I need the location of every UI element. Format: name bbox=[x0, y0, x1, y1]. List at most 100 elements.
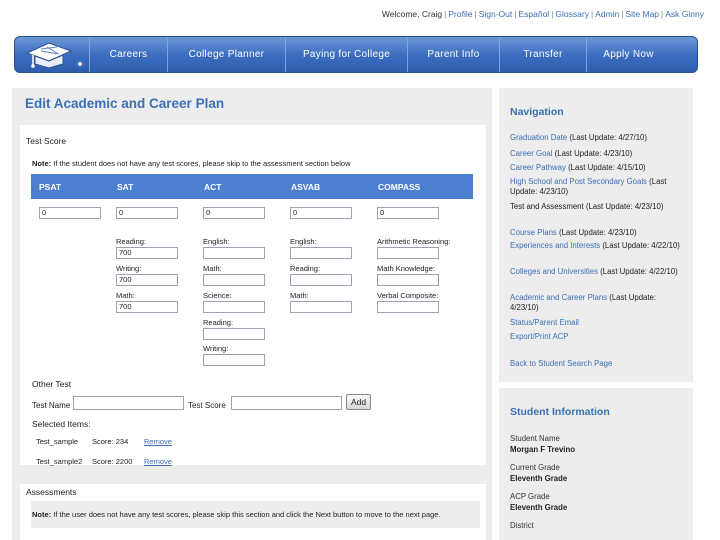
test-name-input[interactable] bbox=[73, 396, 184, 410]
nav-link-graduation-date[interactable]: Graduation Date (Last Update: 4/27/10) bbox=[510, 133, 685, 143]
nav-paying-for-college[interactable]: Paying for College bbox=[285, 37, 407, 72]
act-science-input[interactable] bbox=[203, 301, 265, 313]
nav-apply-now[interactable]: Apply Now bbox=[586, 37, 670, 72]
link-glossary[interactable]: Glossary bbox=[555, 9, 589, 19]
nav-link-label[interactable]: Export/Print ACP bbox=[510, 332, 569, 341]
student-name-label: Student Name bbox=[510, 434, 560, 443]
compass-math-knowledge-label: Math Knowledge: bbox=[377, 264, 435, 273]
act-input[interactable]: 0 bbox=[203, 207, 265, 219]
compass-input[interactable]: 0 bbox=[377, 207, 439, 219]
link-sign-out[interactable]: Sign-Out bbox=[479, 9, 513, 19]
student-name-value: Morgan F Trevino bbox=[510, 445, 575, 454]
nav-link-export[interactable]: Export/Print ACP bbox=[510, 332, 685, 342]
asvab-reading-input[interactable] bbox=[290, 274, 352, 286]
nav-link-meta: (Last Update: 4/23/10) bbox=[552, 149, 633, 158]
nav-link-career-goal[interactable]: Career Goal (Last Update: 4/23/10) bbox=[510, 149, 685, 159]
remove-link-2[interactable]: Remove bbox=[144, 457, 172, 466]
assessments-title: Assessments bbox=[26, 487, 77, 497]
back-link-label[interactable]: Back to Student Search Page bbox=[510, 359, 612, 368]
sat-reading-label: Reading: bbox=[116, 237, 147, 246]
navigation-panel: Navigation Graduation Date (Last Update:… bbox=[499, 88, 693, 382]
nav-link-experiences[interactable]: Experiences and Interests (Last Update: … bbox=[510, 241, 685, 251]
test-score-label: Test Score bbox=[188, 401, 226, 410]
nav-link-label[interactable]: Career Pathway bbox=[510, 163, 566, 172]
act-english-label: English: bbox=[203, 237, 230, 246]
top-links: Welcome, Craig | Profile | Sign-Out | Español |… bbox=[381, 9, 704, 19]
nav-link-meta: (Last Update: 4/27/10) bbox=[567, 133, 647, 142]
sat-input[interactable]: 0 bbox=[116, 207, 178, 219]
nav-link-label[interactable]: Status/Parent Email bbox=[510, 318, 579, 327]
compass-math-knowledge-input[interactable] bbox=[377, 274, 439, 286]
link-espanol[interactable]: Español bbox=[518, 9, 549, 19]
selected-item-2-score: Score: 2200 bbox=[92, 457, 133, 466]
test-score-note: Note: If the student does not have any t… bbox=[32, 159, 351, 168]
selected-items-title: Selected Items: bbox=[32, 419, 91, 429]
nav-link-course-plans[interactable]: Course Plans (Last Update: 4/23/10) bbox=[510, 228, 685, 238]
link-ask-ginny[interactable]: Ask Ginny bbox=[665, 9, 704, 19]
selected-item-1-score: Score: 234 bbox=[92, 437, 129, 446]
nav-link-hs-goals[interactable]: High School and Post Secondary Goals (La… bbox=[510, 177, 685, 197]
sat-writing-input[interactable]: 700 bbox=[116, 274, 178, 286]
nav-link-test-assessment[interactable]: Test and Assessment (Last Update: 4/23/1… bbox=[510, 202, 685, 212]
nav-link-label[interactable]: Graduation Date bbox=[510, 133, 567, 142]
nav-college-planner[interactable]: College Planner bbox=[167, 37, 285, 72]
link-profile[interactable]: Profile bbox=[448, 9, 472, 19]
psat-input[interactable]: 0 bbox=[39, 207, 101, 219]
sat-writing-label: Writing: bbox=[116, 264, 142, 273]
nav-link-label[interactable]: Course Plans bbox=[510, 228, 557, 237]
welcome-text: Welcome, Craig bbox=[381, 9, 443, 19]
nav-link-label[interactable]: Academic and Career Plans bbox=[510, 293, 607, 302]
other-test-title: Other Test bbox=[32, 379, 72, 389]
asvab-reading-label: Reading: bbox=[290, 264, 321, 273]
nav-link-colleges[interactable]: Colleges and Universities (Last Update: … bbox=[510, 267, 685, 277]
nav-link-label[interactable]: High School and Post Secondary Goals bbox=[510, 177, 647, 186]
act-math-input[interactable] bbox=[203, 274, 265, 286]
logo-graduation-cap-icon[interactable] bbox=[21, 39, 91, 71]
asvab-input[interactable]: 0 bbox=[290, 207, 352, 219]
sat-reading-input[interactable]: 700 bbox=[116, 247, 178, 259]
asvab-math-input[interactable] bbox=[290, 301, 352, 313]
main-navbar: Careers College Planner Paying for Colle… bbox=[14, 36, 698, 73]
nav-link-acp[interactable]: Academic and Career Plans (Last Update: … bbox=[510, 293, 685, 313]
nav-careers[interactable]: Careers bbox=[89, 37, 167, 72]
navigation-title: Navigation bbox=[510, 106, 564, 118]
assessments-note-text: If the user does not have any test score… bbox=[51, 510, 441, 519]
selected-item-1-name: Test_sample bbox=[36, 437, 79, 446]
back-to-search-link[interactable]: Back to Student Search Page bbox=[510, 359, 685, 369]
add-button[interactable]: Add bbox=[346, 394, 371, 410]
act-english-input[interactable] bbox=[203, 247, 265, 259]
act-writing-label: Writing: bbox=[203, 344, 229, 353]
compass-verbal-label: Verbal Composite: bbox=[377, 291, 439, 300]
note-text: If the student does not have any test sc… bbox=[51, 159, 351, 168]
asvab-english-input[interactable] bbox=[290, 247, 352, 259]
link-site-map[interactable]: Site Map bbox=[625, 9, 659, 19]
compass-arithmetic-label: Arithmetic Reasoning: bbox=[377, 237, 451, 246]
compass-verbal-input[interactable] bbox=[377, 301, 439, 313]
act-math-label: Math: bbox=[203, 264, 222, 273]
student-info-title: Student Information bbox=[510, 406, 610, 418]
nav-link-career-pathway[interactable]: Career Pathway (Last Update: 4/15/10) bbox=[510, 163, 685, 173]
nav-transfer[interactable]: Transfer bbox=[499, 37, 586, 72]
acp-grade-label: ACP Grade bbox=[510, 492, 550, 501]
col-asvab: ASVAB bbox=[291, 182, 321, 192]
student-info-panel: Student Information Student Name Morgan … bbox=[499, 388, 693, 540]
nav-parent-info[interactable]: Parent Info bbox=[407, 37, 499, 72]
remove-link-1[interactable]: Remove bbox=[144, 437, 172, 446]
test-score-input[interactable] bbox=[231, 396, 342, 410]
main-panel: Edit Academic and Career Plan bbox=[12, 88, 492, 540]
sat-math-input[interactable]: 700 bbox=[116, 301, 178, 313]
act-reading-input[interactable] bbox=[203, 328, 265, 340]
nav-link-label[interactable]: Colleges and Universities bbox=[510, 267, 598, 276]
nav-link-status-email[interactable]: Status/Parent Email bbox=[510, 318, 685, 328]
act-writing-input[interactable] bbox=[203, 354, 265, 366]
nav-link-meta: (Last Update: 4/15/10) bbox=[565, 163, 646, 172]
col-act: ACT bbox=[204, 182, 222, 192]
nav-link-meta: (Last Update: 4/23/10) bbox=[583, 202, 664, 211]
selected-item-2-name: Test_sample2 bbox=[36, 457, 83, 466]
nav-link-label[interactable]: Experiences and Interests bbox=[510, 241, 600, 250]
nav-link-label[interactable]: Career Goal bbox=[510, 149, 552, 158]
compass-arithmetic-input[interactable] bbox=[377, 247, 439, 259]
col-compass: COMPASS bbox=[378, 182, 421, 192]
col-psat: PSAT bbox=[39, 182, 62, 192]
link-admin[interactable]: Admin bbox=[595, 9, 619, 19]
